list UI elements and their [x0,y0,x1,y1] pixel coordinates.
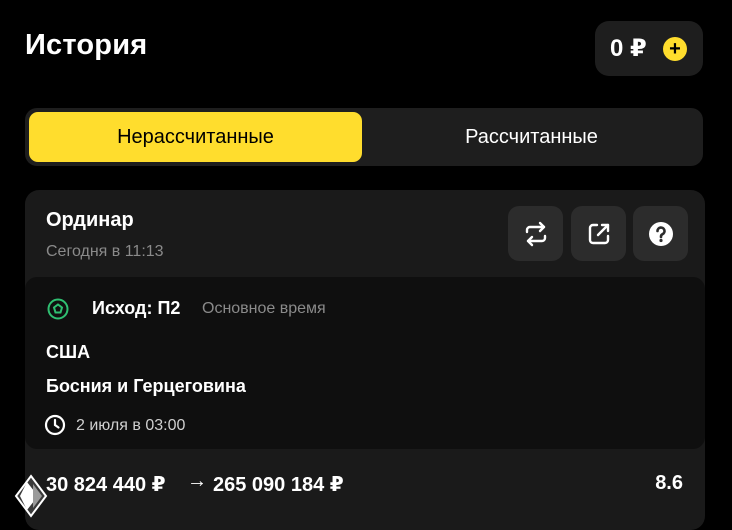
share-icon [588,223,609,244]
share-button[interactable] [571,206,626,261]
repeat-bet-button[interactable] [508,206,563,261]
event-block[interactable]: Исход: П2 Основное время США Босния и Ге… [25,277,705,449]
bet-stake: 30 824 440 ₽ [46,474,166,496]
balance-widget[interactable]: 0 ₽ + [595,21,703,76]
balance-amount: 0 ₽ [610,35,647,62]
repeat-icon [525,221,546,246]
page-title: История [25,29,148,61]
bet-status-tabs: Нерассчитанные Рассчитанные [25,108,703,166]
clock-icon [44,414,66,436]
bet-odds: 8.6 [655,472,683,494]
help-button[interactable] [633,206,688,261]
team-away: Босния и Герцеговина [46,376,246,396]
diamond-logo-icon [14,474,48,518]
arrow-right-icon: → [187,470,207,492]
bet-date: Сегодня в 11:13 [46,243,164,260]
bet-card[interactable]: Ординар Сегодня в 11:13 Исход: П2 Основн… [25,190,705,530]
question-icon [648,221,673,246]
tab-settled[interactable]: Рассчитанные [365,112,698,162]
event-time: 2 июля в 03:00 [76,417,186,434]
bet-payout: 265 090 184 ₽ [213,474,344,496]
bet-type: Ординар [46,209,134,231]
team-home: США [46,342,91,362]
bet-period: Основное время [202,300,326,317]
tab-unsettled[interactable]: Нерассчитанные [29,112,362,162]
soccer-ball-icon [47,298,69,320]
bet-outcome: Исход: П2 [92,298,181,318]
add-funds-button[interactable]: + [663,37,687,61]
